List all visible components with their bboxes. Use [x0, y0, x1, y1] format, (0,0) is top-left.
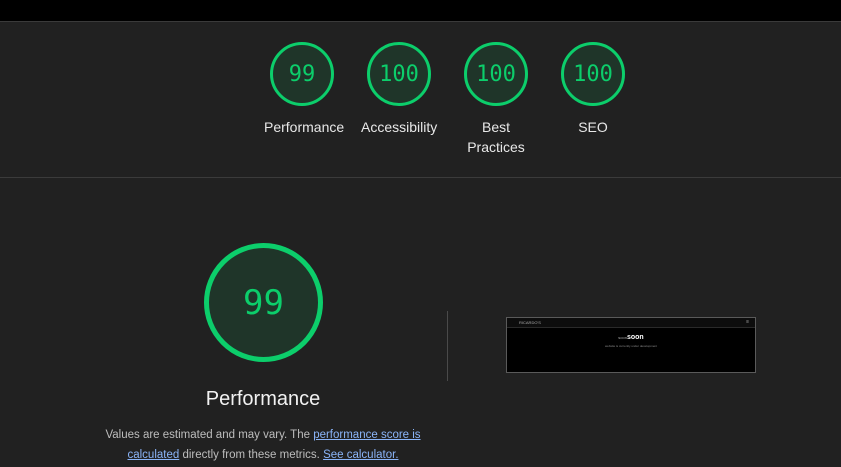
gauge-ring: 99 [270, 42, 334, 106]
summary-divider [0, 177, 841, 178]
gauge-ring: 100 [561, 42, 625, 106]
gauge-score: 99 [288, 61, 316, 87]
description-text: Values are estimated and may vary. The [105, 429, 314, 441]
vertical-divider [447, 311, 448, 381]
performance-title: Performance [205, 388, 321, 410]
thumbnail-subtitle: website is currently under development [604, 344, 658, 348]
thumbnail-heading-small: soon [618, 335, 627, 340]
gauge-score: 100 [573, 61, 613, 87]
thumbnail-heading-large: soon [626, 334, 644, 341]
gauge-performance[interactable]: 99 Performance [264, 42, 345, 137]
final-screenshot-thumbnail[interactable]: RICARDO'S ≡ soonsoon website is currentl… [506, 317, 756, 373]
gauge-ring: 100 [464, 42, 528, 106]
performance-description: Values are estimated and may vary. The p… [100, 425, 426, 465]
gauge-accessibility[interactable]: 100 Accessibility [361, 42, 437, 137]
gauge-best-practices[interactable]: 100 Best Practices [458, 42, 534, 157]
gauge-seo[interactable]: 100 SEO [555, 42, 631, 137]
gauge-label: Best Practices [467, 119, 525, 155]
gauge-score: 100 [379, 61, 419, 87]
performance-gauge: 99 [204, 243, 323, 362]
gauge-score: 100 [476, 61, 516, 87]
gauge-label: Accessibility [361, 119, 438, 135]
gauge-ring: 100 [367, 42, 431, 106]
thumbnail-navbar [507, 318, 755, 328]
thumbnail-heading: soonsoon [507, 334, 755, 341]
gauge-label: SEO [578, 119, 608, 135]
see-calculator-link[interactable]: See calculator. [323, 449, 398, 461]
description-text: directly from these metrics. [179, 449, 324, 461]
top-bar [0, 0, 841, 21]
gauge-label: Performance [264, 119, 345, 135]
performance-score: 99 [243, 282, 284, 323]
hamburger-icon: ≡ [746, 319, 749, 325]
thumbnail-brand: RICARDO'S [519, 320, 541, 325]
